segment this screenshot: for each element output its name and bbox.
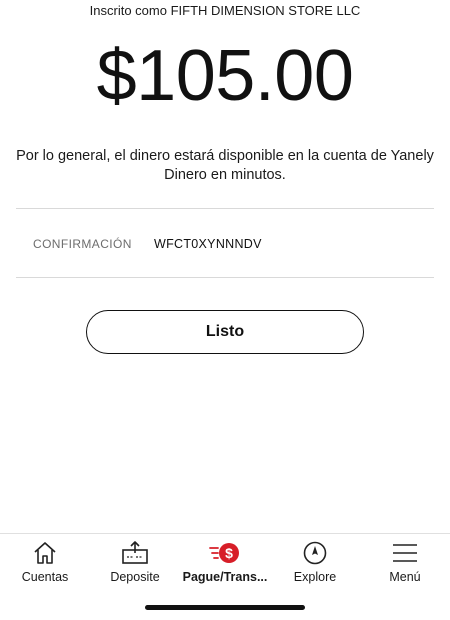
divider xyxy=(16,277,434,278)
tab-menu[interactable]: Menú xyxy=(360,534,450,594)
menu-icon xyxy=(391,540,419,566)
confirmation-code: WFCT0XYNNNDV xyxy=(154,237,262,251)
tab-pague-trans[interactable]: $ Pague/Trans... xyxy=(180,534,270,594)
pay-transfer-icon: $ xyxy=(208,540,242,566)
payment-amount: $105.00 xyxy=(96,36,354,116)
tab-label: Pague/Trans... xyxy=(182,570,268,584)
home-indicator xyxy=(145,605,305,610)
divider xyxy=(16,208,434,209)
tab-explore[interactable]: Explore xyxy=(270,534,360,594)
tab-label: Menú xyxy=(389,570,421,584)
confirmation-label: CONFIRMACIÓN xyxy=(33,237,132,251)
tab-label: Deposite xyxy=(110,570,160,584)
deposit-icon xyxy=(121,540,149,566)
compass-icon xyxy=(302,540,328,566)
done-button[interactable]: Listo xyxy=(86,310,364,354)
tab-cuentas[interactable]: Cuentas xyxy=(0,534,90,594)
enrolled-as-text: Inscrito como FIFTH DIMENSION STORE LLC xyxy=(89,3,361,18)
home-icon xyxy=(32,540,58,566)
confirmation-row: CONFIRMACIÓN WFCT0XYNNNDV xyxy=(33,235,434,253)
tab-label: Cuentas xyxy=(21,570,69,584)
tab-deposite[interactable]: Deposite xyxy=(90,534,180,594)
availability-message: Por lo general, el dinero estará disponi… xyxy=(16,148,434,183)
svg-text:$: $ xyxy=(225,545,233,561)
payment-confirmation-screen: Inscrito como FIFTH DIMENSION STORE LLC … xyxy=(0,0,450,620)
tab-label: Explore xyxy=(293,570,337,584)
